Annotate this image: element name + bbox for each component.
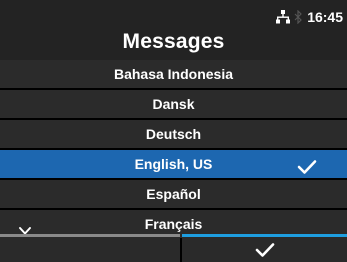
bluetooth-icon [294, 9, 303, 25]
list-item-label: Dansk [152, 96, 195, 112]
back-button[interactable] [0, 234, 180, 262]
list-item-label: English, US [134, 156, 213, 172]
list-item-espanol[interactable]: Español [0, 180, 347, 208]
checkmark-icon [297, 156, 317, 174]
ok-button[interactable] [182, 234, 347, 262]
status-bar: 16:45 [276, 6, 343, 28]
list-item-label: Bahasa Indonesia [113, 66, 234, 82]
list-item-deutsch[interactable]: Deutsch [0, 120, 347, 148]
list-item-english-us[interactable]: English, US [0, 150, 347, 178]
list-item-bahasa-indonesia[interactable]: Bahasa Indonesia [0, 60, 347, 88]
chevron-down-icon[interactable] [18, 218, 32, 235]
list-item-label: Español [146, 186, 201, 202]
bottom-bar [0, 234, 347, 262]
network-icon [276, 10, 291, 24]
list-item-label: Français [144, 216, 203, 232]
language-list: Bahasa Indonesia Dansk Deutsch English, … [0, 60, 347, 240]
checkmark-icon [255, 242, 275, 258]
list-item-dansk[interactable]: Dansk [0, 90, 347, 118]
screen: 16:45 Messages Bahasa Indonesia Dansk De… [0, 0, 347, 262]
page-title: Messages [122, 30, 225, 53]
header-bar: 16:45 Messages [0, 0, 347, 60]
clock: 16:45 [307, 9, 343, 25]
list-item-label: Deutsch [145, 126, 202, 142]
